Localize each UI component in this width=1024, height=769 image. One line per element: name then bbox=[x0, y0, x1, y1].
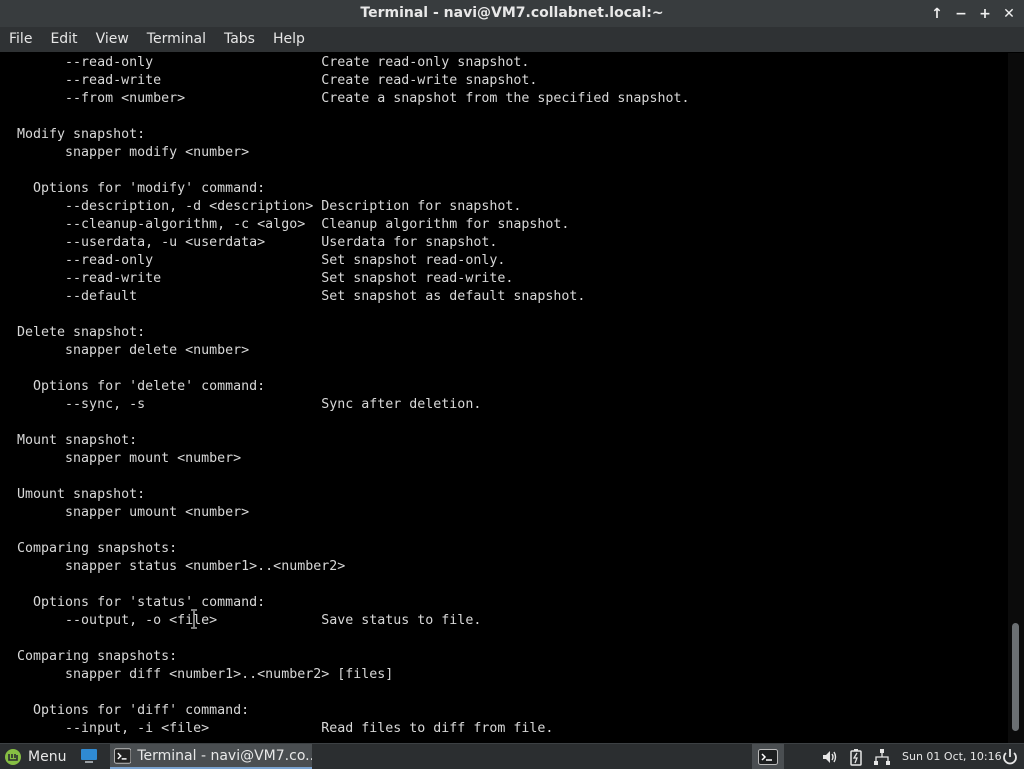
window-title: Terminal - navi@VM7.collabnet.local:~ bbox=[360, 5, 664, 21]
keep-above-button[interactable]: ↑ bbox=[928, 5, 946, 23]
terminal-line: --read-write Create read-write snapshot. bbox=[1, 73, 538, 88]
terminal-line: --description, -d <description> Descript… bbox=[1, 199, 522, 214]
terminal-line: Options for 'modify' command: bbox=[1, 181, 266, 196]
terminal-line: --sync, -s Sync after deletion. bbox=[1, 397, 482, 412]
terminal-line: --read-write Set snapshot read-write. bbox=[1, 271, 514, 286]
show-desktop-icon[interactable] bbox=[80, 748, 98, 764]
terminal-line: snapper status <number1>..<number2> bbox=[1, 559, 346, 574]
terminal-line: Options for 'status' command: bbox=[1, 595, 266, 610]
menubar: File Edit View Terminal Tabs Help bbox=[0, 27, 1024, 52]
terminal-line: --read-only Set snapshot read-only. bbox=[1, 253, 506, 268]
close-button[interactable]: ✕ bbox=[1000, 5, 1018, 23]
terminal-line: --from <number> Create a snapshot from t… bbox=[1, 91, 690, 106]
terminal-line: Modify snapshot: bbox=[1, 127, 146, 142]
volume-icon[interactable] bbox=[820, 747, 840, 767]
taskbar-item-terminal[interactable]: Terminal - navi@VM7.co... bbox=[110, 744, 312, 769]
terminal-icon bbox=[758, 748, 778, 765]
scrollbar-thumb[interactable] bbox=[1012, 623, 1019, 731]
window-controls: ↑ − + ✕ bbox=[928, 0, 1018, 27]
terminal-output[interactable]: --read-only Create read-only snapshot. -… bbox=[0, 53, 1008, 743]
terminal-line: Options for 'diff' command: bbox=[1, 703, 250, 718]
menu-view[interactable]: View bbox=[87, 27, 138, 52]
terminal-line: --read-only Create read-only snapshot. bbox=[1, 55, 530, 70]
terminal-line: --input, -i <file> Read files to diff fr… bbox=[1, 721, 554, 736]
terminal-line: Options for 'delete' command: bbox=[1, 379, 266, 394]
terminal-line: snapper diff <number1>..<number2> [files… bbox=[1, 667, 394, 682]
terminal-line: --default Set snapshot as default snapsh… bbox=[1, 289, 586, 304]
menu-edit[interactable]: Edit bbox=[41, 27, 86, 52]
terminal-line: --cleanup-algorithm, -c <algo> Cleanup a… bbox=[1, 217, 570, 232]
network-icon[interactable] bbox=[872, 747, 892, 767]
menu-terminal[interactable]: Terminal bbox=[138, 27, 215, 52]
taskbar-item-label: Terminal - navi@VM7.co... bbox=[137, 747, 312, 764]
menu-help[interactable]: Help bbox=[264, 27, 314, 52]
power-icon[interactable] bbox=[1000, 747, 1020, 767]
terminal-line: snapper umount <number> bbox=[1, 505, 250, 520]
terminal-scrollbar[interactable] bbox=[1008, 53, 1024, 743]
taskbar: Menu Terminal - navi@VM7.co... Sun 01 Oc… bbox=[0, 743, 1024, 769]
text-cursor-icon bbox=[191, 609, 197, 629]
maximize-button[interactable]: + bbox=[976, 5, 994, 23]
terminal-line: snapper mount <number> bbox=[1, 451, 242, 466]
menu-file[interactable]: File bbox=[0, 27, 41, 52]
terminal-line: Delete snapshot: bbox=[1, 325, 146, 340]
clock[interactable]: Sun 01 Oct, 10:16 bbox=[902, 744, 1002, 769]
battery-icon[interactable] bbox=[846, 747, 866, 767]
tray-terminal-launcher[interactable] bbox=[752, 744, 784, 769]
terminal-text: --read-only Create read-only snapshot. -… bbox=[1, 54, 689, 738]
terminal-line: Comparing snapshots: bbox=[1, 649, 178, 664]
window-titlebar[interactable]: Terminal - navi@VM7.collabnet.local:~ ↑ … bbox=[0, 0, 1024, 27]
terminal-line: Umount snapshot: bbox=[1, 487, 146, 502]
menu-tabs[interactable]: Tabs bbox=[215, 27, 264, 52]
terminal-line: Comparing snapshots: bbox=[1, 541, 178, 556]
terminal-line: --userdata, -u <userdata> Userdata for s… bbox=[1, 235, 498, 250]
terminal-line: Mount snapshot: bbox=[1, 433, 138, 448]
minimize-button[interactable]: − bbox=[952, 5, 970, 23]
start-menu-button[interactable]: Menu bbox=[0, 744, 66, 769]
terminal-line: --output, -o <file> Save status to file. bbox=[1, 613, 482, 628]
start-menu-label: Menu bbox=[28, 748, 67, 765]
terminal-line: snapper modify <number> bbox=[1, 145, 250, 160]
terminal-icon bbox=[114, 747, 132, 764]
terminal-line: snapper delete <number> bbox=[1, 343, 250, 358]
mint-logo-icon bbox=[5, 748, 21, 765]
